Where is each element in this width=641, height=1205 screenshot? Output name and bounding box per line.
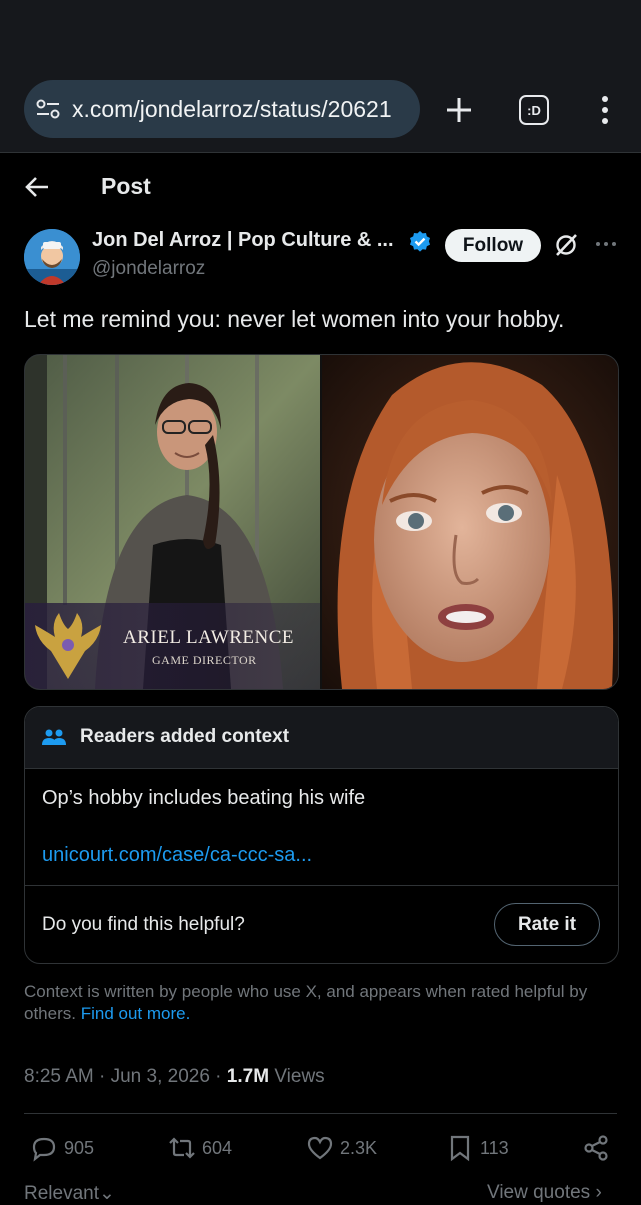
arrow-left-icon[interactable] — [24, 174, 50, 200]
chevron-down-icon: ⌄ — [99, 1183, 115, 1204]
post-media[interactable]: ARIEL LAWRENCE GAME DIRECTOR — [24, 354, 619, 690]
tab-switcher-icon[interactable]: :D — [519, 95, 549, 125]
repost-icon — [169, 1137, 195, 1159]
repost-button[interactable]: 604 — [168, 1134, 232, 1162]
rate-it-button[interactable]: Rate it — [494, 903, 600, 946]
address-bar[interactable]: x.com/jondelarroz/status/20621 — [24, 80, 420, 138]
sort-relevant-dropdown[interactable]: Relevant⌄ — [24, 1182, 115, 1205]
divider — [24, 1113, 617, 1114]
verified-badge-icon — [410, 231, 430, 252]
more-horizontal-icon[interactable] — [594, 234, 618, 254]
reply-count: 905 — [64, 1137, 95, 1158]
bookmark-button[interactable]: 113 — [446, 1134, 509, 1162]
find-out-more-link[interactable]: Find out more. — [81, 1004, 191, 1023]
post-text: Let me remind you: never let women into … — [24, 306, 565, 332]
views-label: Views — [269, 1066, 325, 1087]
follow-button[interactable]: Follow — [445, 229, 541, 262]
views-count: 1.7M — [226, 1066, 270, 1087]
media-image-right[interactable] — [322, 355, 618, 689]
tune-icon[interactable] — [34, 95, 62, 123]
phoenix-logo-icon — [35, 613, 101, 679]
caption-name: ARIEL LAWRENCE — [123, 627, 294, 648]
note-disclaimer: Context is written by people who use X, … — [24, 981, 617, 1025]
plus-icon[interactable] — [443, 94, 475, 126]
helpful-question: Do you find this helpful? — [42, 914, 245, 935]
people-icon — [42, 729, 66, 745]
more-vertical-icon[interactable] — [589, 94, 621, 126]
caption-role: GAME DIRECTOR — [152, 653, 257, 667]
share-button[interactable] — [582, 1134, 616, 1162]
browser-toolbar: x.com/jondelarroz/status/20621 :D — [0, 0, 641, 153]
bookmark-icon — [450, 1135, 470, 1162]
media-image-left[interactable]: ARIEL LAWRENCE GAME DIRECTOR — [25, 355, 320, 689]
note-header: Readers added context — [25, 707, 618, 769]
avatar[interactable] — [24, 229, 80, 285]
like-count: 2.3K — [340, 1137, 378, 1158]
note-divider — [25, 885, 618, 886]
note-source-link[interactable]: unicourt.com/case/ca-ccc-sa... — [42, 844, 312, 867]
relevant-label: Relevant — [24, 1183, 99, 1204]
url-text[interactable]: x.com/jondelarroz/status/20621 — [72, 96, 392, 123]
note-body: Op’s hobby includes beating his wife — [42, 787, 366, 809]
author-handle[interactable]: @jondelarroz — [92, 258, 205, 280]
like-button[interactable]: 2.3K — [306, 1134, 377, 1162]
post-timestamp: 8:25 AM · Jun 3, 2026 · 1.7M Views — [24, 1066, 325, 1088]
post-header: Post — [0, 166, 641, 210]
reply-icon — [32, 1137, 56, 1162]
grok-icon[interactable] — [553, 232, 579, 258]
view-quotes-link[interactable]: View quotes › — [487, 1182, 602, 1204]
timestamp-text: 8:25 AM · Jun 3, 2026 · — [24, 1066, 227, 1087]
tab-count: :D — [527, 102, 541, 118]
page-title: Post — [101, 173, 151, 199]
community-note: Readers added context Op’s hobby include… — [24, 706, 619, 964]
note-title: Readers added context — [80, 726, 290, 747]
author-name[interactable]: Jon Del Arroz | Pop Culture & ... — [92, 229, 394, 252]
reply-button[interactable]: 905 — [30, 1134, 94, 1162]
heart-icon — [307, 1136, 333, 1160]
repost-count: 604 — [202, 1137, 233, 1158]
bookmark-count: 113 — [480, 1137, 509, 1158]
share-icon — [584, 1135, 608, 1161]
